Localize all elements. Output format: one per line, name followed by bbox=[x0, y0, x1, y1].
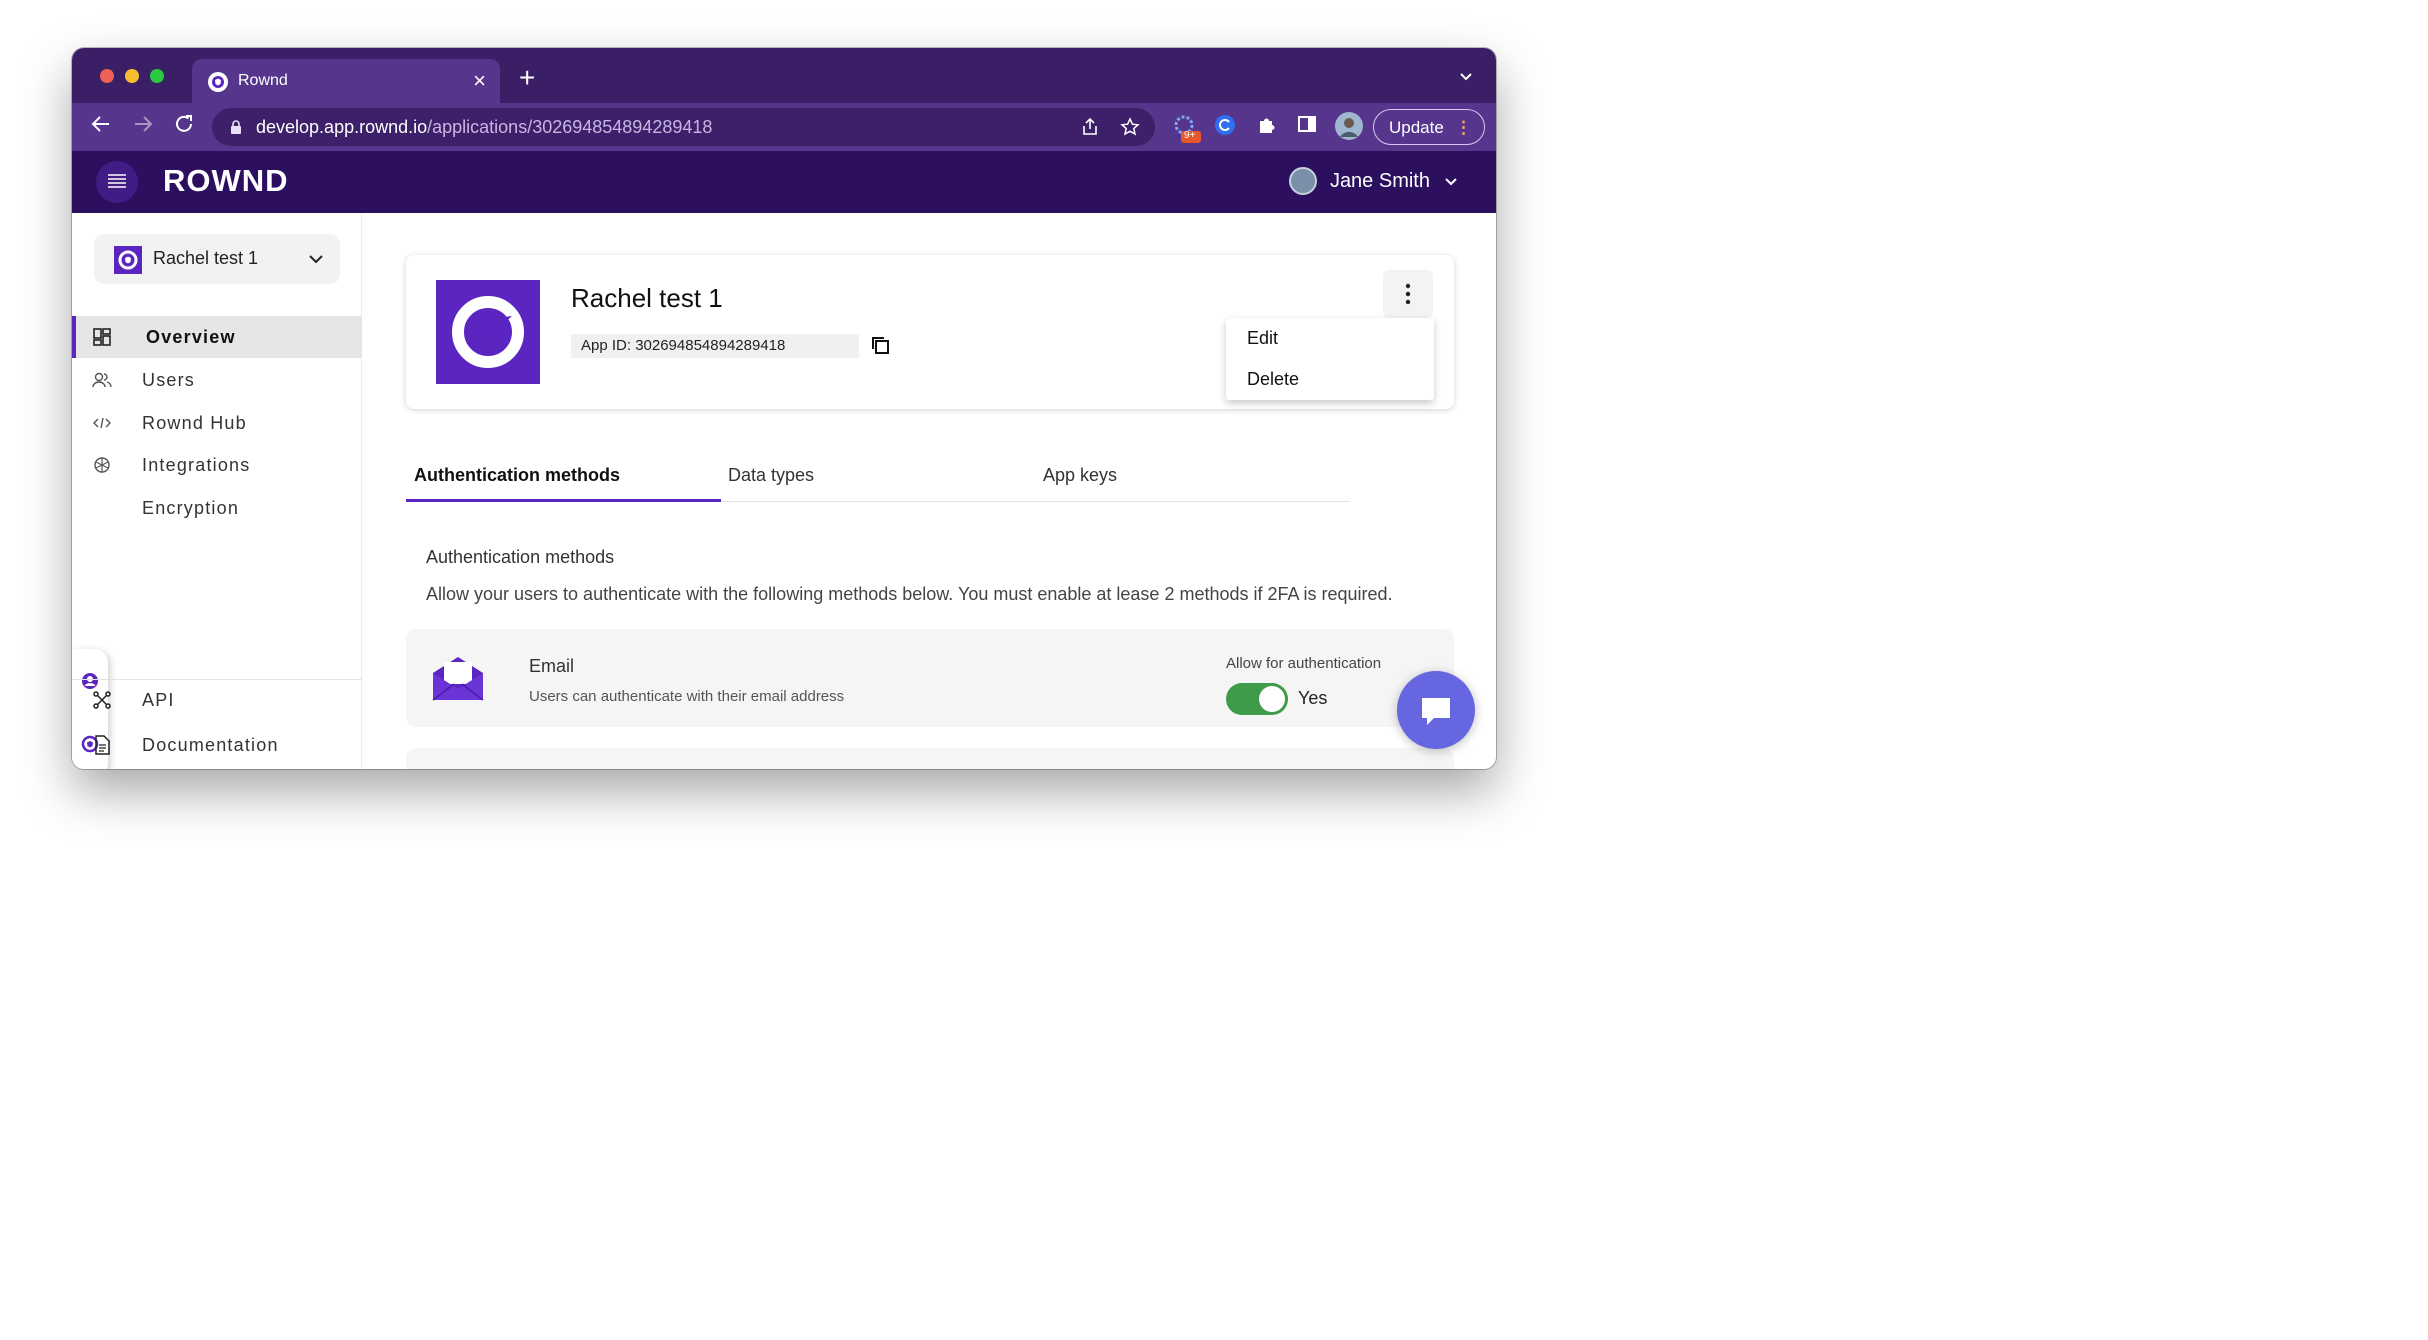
email-envelope-icon bbox=[432, 657, 484, 701]
forward-icon[interactable] bbox=[132, 113, 154, 142]
api-icon bbox=[93, 691, 111, 709]
tab-title: Rownd bbox=[238, 72, 288, 89]
reload-icon[interactable] bbox=[173, 113, 195, 142]
extension-badge: 9+ bbox=[1184, 130, 1196, 141]
url-text: develop.app.rownd.io/applications/302694… bbox=[256, 117, 713, 137]
chat-bubble-icon bbox=[1422, 698, 1450, 725]
user-name: Jane Smith bbox=[1329, 169, 1430, 192]
sidebar-item-label: Rownd Hub bbox=[142, 413, 247, 433]
address-bar[interactable]: develop.app.rownd.io/applications/302694… bbox=[212, 108, 1155, 146]
browser-toolbar: develop.app.rownd.io/applications/302694… bbox=[72, 103, 1496, 151]
tab-data-types[interactable]: Data types bbox=[728, 465, 814, 486]
toggle-knob bbox=[1259, 686, 1285, 712]
app-id: App ID: 302694854894289418 bbox=[571, 334, 859, 358]
chevron-down-icon bbox=[309, 255, 323, 264]
update-button[interactable]: Update ⋮ bbox=[1373, 109, 1485, 145]
app-logo-icon bbox=[114, 246, 142, 274]
auth-method-name: Email bbox=[529, 656, 575, 676]
content-tabs: Authentication methods Data types App ke… bbox=[406, 448, 1350, 502]
tab-app-keys[interactable]: App keys bbox=[1043, 465, 1117, 486]
browser-window: Rownd × + develop.app.rownd.io/applicati… bbox=[72, 48, 1496, 769]
allow-auth-toggle[interactable] bbox=[1226, 683, 1288, 715]
tab-authentication-methods[interactable]: Authentication methods bbox=[414, 465, 620, 486]
app-header: ROWND Jane Smith bbox=[72, 151, 1496, 213]
maximize-window-button[interactable] bbox=[150, 69, 164, 83]
extension-c-icon[interactable] bbox=[1214, 114, 1236, 141]
app-name: Rachel test 1 bbox=[571, 283, 723, 313]
auth-method-next bbox=[406, 748, 1454, 769]
sidebar-item-users[interactable]: Users bbox=[72, 359, 362, 401]
app-selector[interactable]: Rachel test 1 bbox=[94, 234, 340, 284]
sidebar-item-rownd-hub[interactable]: Rownd Hub bbox=[72, 402, 362, 444]
user-avatar bbox=[1288, 167, 1317, 195]
tab-search-chevron-icon[interactable] bbox=[1458, 68, 1474, 89]
more-vertical-icon: ⋮ bbox=[1455, 118, 1472, 137]
close-window-button[interactable] bbox=[100, 69, 114, 83]
user-menu[interactable]: Jane Smith bbox=[1288, 167, 1460, 195]
sidebar-item-api[interactable]: API bbox=[72, 679, 362, 721]
chat-launcher-button[interactable] bbox=[1397, 671, 1475, 749]
lock-icon bbox=[230, 120, 242, 139]
back-icon[interactable] bbox=[90, 113, 112, 142]
auth-method-description: Users can authenticate with their email … bbox=[529, 688, 845, 705]
app-menu-dropdown: Edit Delete bbox=[1226, 318, 1434, 400]
sidebar-item-label: Overview bbox=[146, 327, 236, 347]
auth-method-email: Email Users can authenticate with their … bbox=[406, 629, 1454, 727]
tab-strip: Rownd × + bbox=[72, 48, 1496, 103]
section-description: Allow your users to authenticate with th… bbox=[426, 584, 1393, 604]
sidebar-item-label: Documentation bbox=[142, 735, 279, 755]
toggle-state-label: Yes bbox=[1298, 688, 1328, 708]
rownd-logo[interactable]: ROWND bbox=[163, 163, 289, 199]
extension-spinner-icon[interactable]: 9+ bbox=[1173, 114, 1201, 149]
chevron-down-icon bbox=[1445, 178, 1457, 186]
allow-label: Allow for authentication bbox=[1226, 655, 1382, 672]
sidebar-item-overview[interactable]: Overview bbox=[72, 316, 362, 358]
tab-close-icon[interactable]: × bbox=[473, 68, 486, 94]
rownd-favicon-icon bbox=[208, 72, 228, 92]
bookmark-star-icon[interactable] bbox=[1120, 117, 1140, 142]
browser-tab[interactable]: Rownd × bbox=[192, 59, 500, 103]
integrations-icon bbox=[94, 457, 110, 473]
section-title: Authentication methods bbox=[426, 547, 615, 567]
sidebar-item-label: Integrations bbox=[142, 455, 251, 475]
menu-item-edit[interactable]: Edit bbox=[1247, 328, 1278, 349]
extensions-puzzle-icon[interactable] bbox=[1256, 114, 1278, 141]
new-tab-button[interactable]: + bbox=[519, 64, 535, 92]
copy-icon[interactable] bbox=[870, 335, 890, 355]
menu-item-delete[interactable]: Delete bbox=[1247, 369, 1299, 390]
menu-button[interactable] bbox=[96, 161, 138, 203]
sidebar-item-label: API bbox=[142, 690, 175, 710]
app-selector-label: Rachel test 1 bbox=[153, 248, 259, 268]
sidebar-item-label: Users bbox=[142, 370, 196, 390]
minimize-window-button[interactable] bbox=[125, 69, 139, 83]
profile-avatar[interactable] bbox=[1334, 111, 1364, 146]
hamburger-icon bbox=[108, 174, 126, 188]
active-tab-indicator bbox=[406, 499, 721, 502]
side-panel-icon[interactable] bbox=[1297, 114, 1317, 139]
app-menu-button[interactable] bbox=[1383, 270, 1433, 318]
document-icon bbox=[95, 735, 110, 755]
code-icon bbox=[93, 417, 111, 429]
overview-icon bbox=[93, 328, 111, 346]
app-logo-icon bbox=[436, 280, 540, 384]
more-vertical-icon bbox=[1405, 283, 1411, 305]
sidebar-item-label: Encryption bbox=[142, 498, 240, 518]
sidebar-item-encryption[interactable]: Encryption bbox=[72, 487, 362, 529]
share-icon[interactable] bbox=[1080, 117, 1100, 142]
sidebar-item-documentation[interactable]: Documentation bbox=[72, 724, 362, 766]
sidebar: Rachel test 1 Overview Users Rownd Hub I… bbox=[72, 213, 362, 769]
users-icon bbox=[92, 372, 112, 388]
sidebar-item-integrations[interactable]: Integrations bbox=[72, 444, 362, 486]
